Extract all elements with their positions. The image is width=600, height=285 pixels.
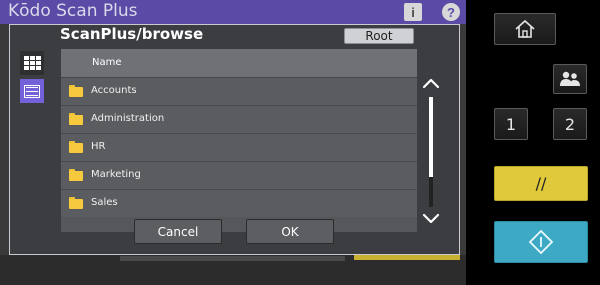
home-button[interactable] (494, 13, 556, 45)
folder-row-administration[interactable]: Administration (61, 105, 417, 133)
background-strip (120, 256, 345, 261)
list-view-button[interactable] (20, 79, 44, 103)
folder-row-accounts[interactable]: Accounts (61, 77, 417, 105)
users-icon (560, 71, 580, 86)
screen: Kōdo Scan Plus i ? ScanPlus/browse Root … (0, 0, 466, 285)
key-1-button[interactable]: 1 (494, 108, 528, 140)
key-2-button[interactable]: 2 (553, 108, 587, 140)
scroll-up-arrow-icon[interactable] (422, 77, 440, 89)
folder-label: Accounts (91, 85, 137, 96)
cancel-button[interactable]: Cancel (134, 219, 222, 244)
folder-label: HR (91, 141, 106, 152)
column-header-name[interactable]: Name (61, 49, 417, 77)
title-bar: Kōdo Scan Plus i ? (0, 0, 466, 24)
ok-button[interactable]: OK (246, 219, 334, 244)
info-icon[interactable]: i (404, 3, 422, 21)
dialog-title: ScanPlus/browse (60, 25, 204, 43)
folder-icon (69, 169, 83, 181)
start-button[interactable] (494, 221, 588, 263)
folder-icon (69, 113, 83, 125)
file-list: Name Accounts Administration HR Marketin… (61, 49, 417, 232)
folder-label: Administration (91, 113, 165, 124)
folder-label: Marketing (91, 169, 141, 180)
home-icon (515, 19, 535, 38)
browse-dialog: ScanPlus/browse Root Name Accounts Admin… (9, 24, 460, 255)
folder-icon (69, 197, 83, 209)
folder-label: Sales (91, 197, 118, 208)
app-title: Kōdo Scan Plus (8, 1, 138, 21)
root-button[interactable]: Root (344, 28, 414, 44)
grid-view-button[interactable] (20, 51, 44, 75)
folder-row-marketing[interactable]: Marketing (61, 161, 417, 189)
grid-view-icon (23, 56, 41, 70)
start-icon (528, 229, 554, 255)
folder-row-sales[interactable]: Sales (61, 189, 417, 217)
help-icon[interactable]: ? (442, 3, 460, 21)
list-view-icon (24, 84, 40, 98)
scroll-down-arrow-icon[interactable] (422, 213, 440, 225)
clear-button[interactable]: // (494, 166, 588, 201)
folder-icon (69, 141, 83, 153)
column-header-label: Name (92, 57, 122, 68)
folder-row-hr[interactable]: HR (61, 133, 417, 161)
folder-icon (69, 85, 83, 97)
user-switch-button[interactable] (553, 64, 587, 94)
hardware-panel: 1 2 // (466, 0, 600, 285)
scrollbar-thumb[interactable] (429, 97, 433, 177)
